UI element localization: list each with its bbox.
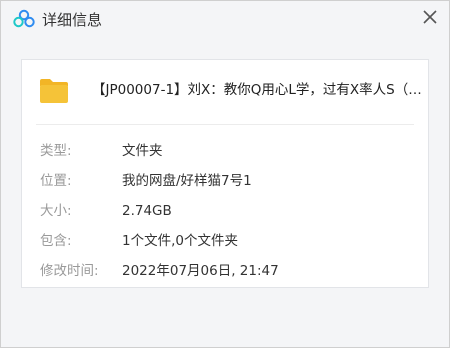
property-label: 大小: [40,203,72,219]
property-label: 类型: [40,143,72,159]
property-value: 文件夹 [122,143,163,159]
property-label: 修改时间: [40,263,99,279]
dialog-title: 详细信息 [42,11,103,29]
close-icon [423,10,437,24]
property-label: 位置: [40,173,72,189]
property-row-contains: 包含: 1个文件,0个文件夹 [22,231,430,251]
property-row-type: 类型: 文件夹 [22,141,430,161]
property-value: 我的网盘/好样猫7号1 [122,173,252,189]
property-label: 包含: [40,233,72,249]
details-panel: 【JP00007-1】刘X：教你Q用心L学，过有X率人S（完... 类型: 文件… [21,59,429,288]
property-row-location: 位置: 我的网盘/好样猫7号1 [22,171,430,191]
folder-icon [40,79,68,103]
property-value: 2022年07月06日, 21:47 [122,263,279,279]
file-name: 【JP00007-1】刘X：教你Q用心L学，过有X率人S（完... [92,82,422,98]
cloud-logo-icon [13,9,35,28]
close-button[interactable] [417,4,443,30]
divider [36,124,414,125]
property-row-size: 大小: 2.74GB [22,201,430,221]
title-bar: 详细信息 [1,1,449,39]
property-value: 2.74GB [122,203,172,219]
property-value: 1个文件,0个文件夹 [122,233,238,249]
property-row-modified: 修改时间: 2022年07月06日, 21:47 [22,261,430,281]
details-dialog: 详细信息 【JP00007-1】刘X：教你Q用心L学，过有X率人S（完... 类… [0,0,450,348]
